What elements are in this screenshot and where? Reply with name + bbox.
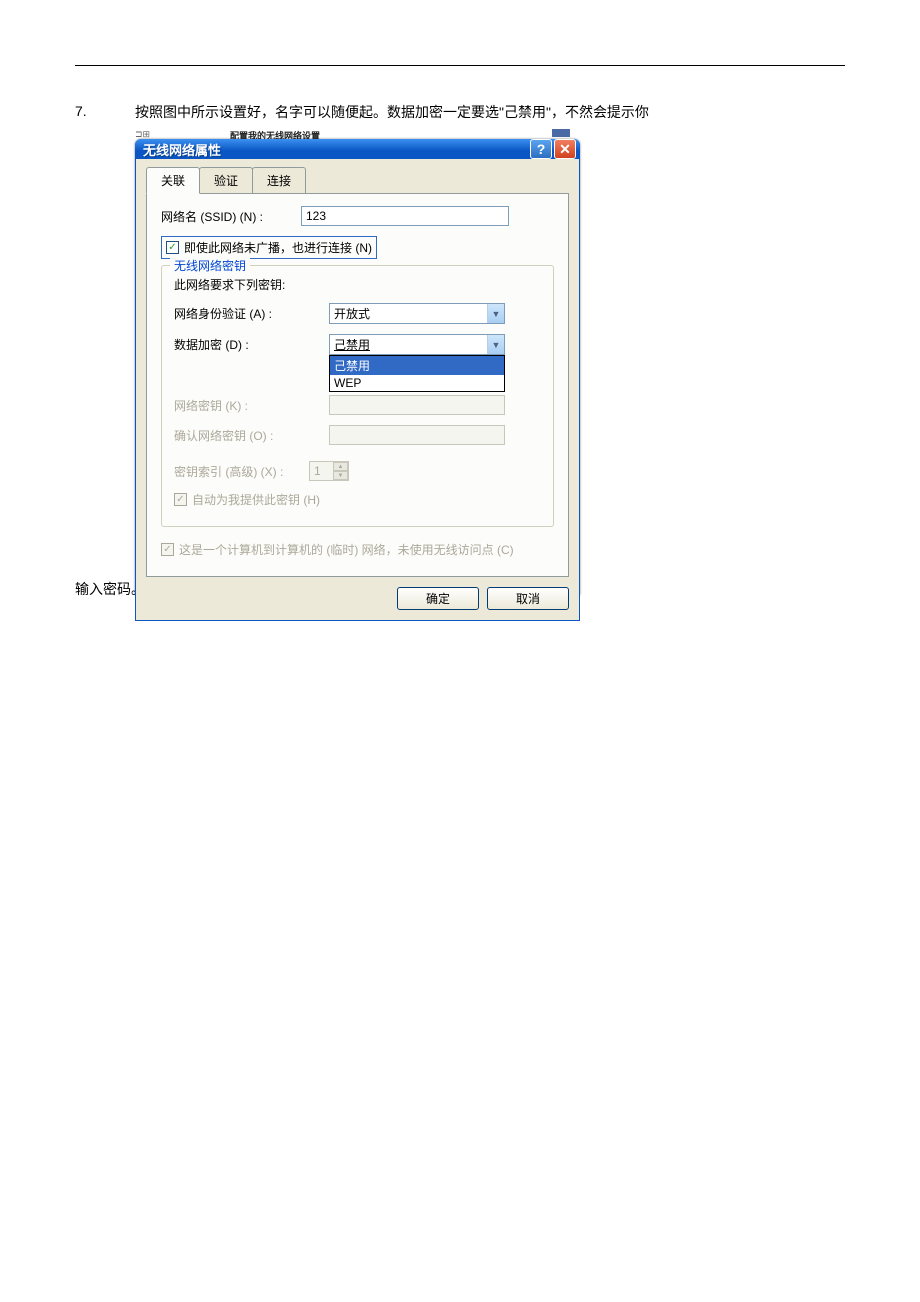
horizontal-rule: [75, 65, 845, 66]
tab-authentication[interactable]: 验证: [199, 167, 253, 193]
tab-panel-association: 网络名 (SSID) (N) : ✓ 即使此网络未广播，也进行连接 (N): [146, 193, 569, 577]
encryption-option-wep[interactable]: WEP: [330, 375, 504, 391]
chevron-down-icon: ▼: [487, 335, 504, 354]
tab-strip: 关联 验证 连接: [146, 167, 569, 193]
spinner-up-icon: ▲: [333, 462, 348, 471]
key-index-spinner: 1 ▲ ▼: [309, 461, 349, 481]
chevron-down-icon: ▼: [487, 304, 504, 323]
key-index-label: 密钥索引 (高级) (X) :: [174, 463, 309, 480]
auth-label: 网络身份验证 (A) :: [174, 305, 329, 322]
wireless-properties-dialog: 无线网络属性 ? ✕ 关联 验证: [135, 139, 580, 595]
tab-association[interactable]: 关联: [146, 167, 200, 194]
broadcast-checkbox-label: 即使此网络未广播，也进行连接 (N): [184, 239, 372, 256]
auth-combo-value: 开放式: [330, 305, 487, 322]
key-label: 网络密钥 (K) :: [174, 397, 329, 414]
dialog-title: 无线网络属性: [143, 140, 530, 159]
confirm-key-input: [329, 425, 505, 445]
adhoc-checkbox-label: 这是一个计算机到计算机的 (临时) 网络，未使用无线访问点 (C): [179, 541, 514, 558]
encryption-combo-value: 己禁用: [330, 336, 487, 353]
spinner-down-icon: ▼: [333, 471, 348, 480]
key-index-value: 1: [310, 464, 333, 478]
encryption-label: 数据加密 (D) :: [174, 336, 329, 353]
screenshot-container: ⊐⊞ 配置我的无线网络设置 无线网络属性 ? ✕: [135, 129, 580, 597]
wireless-key-group: 无线网络密钥 此网络要求下列密钥: 网络身份验证 (A) : 开放式 ▼: [161, 265, 554, 527]
broadcast-checkbox[interactable]: ✓: [166, 241, 179, 254]
encryption-combo[interactable]: 己禁用 ▼ 己禁用 WEP: [329, 334, 505, 355]
group-legend: 无线网络密钥: [170, 257, 250, 274]
ssid-label: 网络名 (SSID) (N) :: [161, 208, 301, 225]
key-required-message: 此网络要求下列密钥:: [174, 276, 541, 293]
autokey-checkbox: ✓: [174, 493, 187, 506]
help-button[interactable]: ?: [530, 139, 552, 159]
cancel-button[interactable]: 取消: [487, 587, 569, 610]
tab-connection[interactable]: 连接: [252, 167, 306, 193]
help-icon: ?: [537, 141, 546, 157]
titlebar[interactable]: 无线网络属性 ? ✕: [135, 139, 580, 159]
close-icon: ✕: [559, 141, 571, 158]
encryption-dropdown-list: 己禁用 WEP: [329, 355, 505, 392]
adhoc-checkbox: ✓: [161, 543, 174, 556]
list-number: 7.: [75, 101, 135, 119]
instruction-text: 按照图中所示设置好，名字可以随便起。数据加密一定要选"己禁用"，不然会提示你: [135, 101, 649, 123]
autokey-checkbox-label: 自动为我提供此密钥 (H): [192, 491, 320, 508]
key-input: [329, 395, 505, 415]
ok-button[interactable]: 确定: [397, 587, 479, 610]
auth-combo[interactable]: 开放式 ▼: [329, 303, 505, 324]
close-button[interactable]: ✕: [554, 139, 576, 159]
confirm-key-label: 确认网络密钥 (O) :: [174, 427, 329, 444]
encryption-option-disabled[interactable]: 己禁用: [330, 356, 504, 375]
ssid-input[interactable]: [301, 206, 509, 226]
